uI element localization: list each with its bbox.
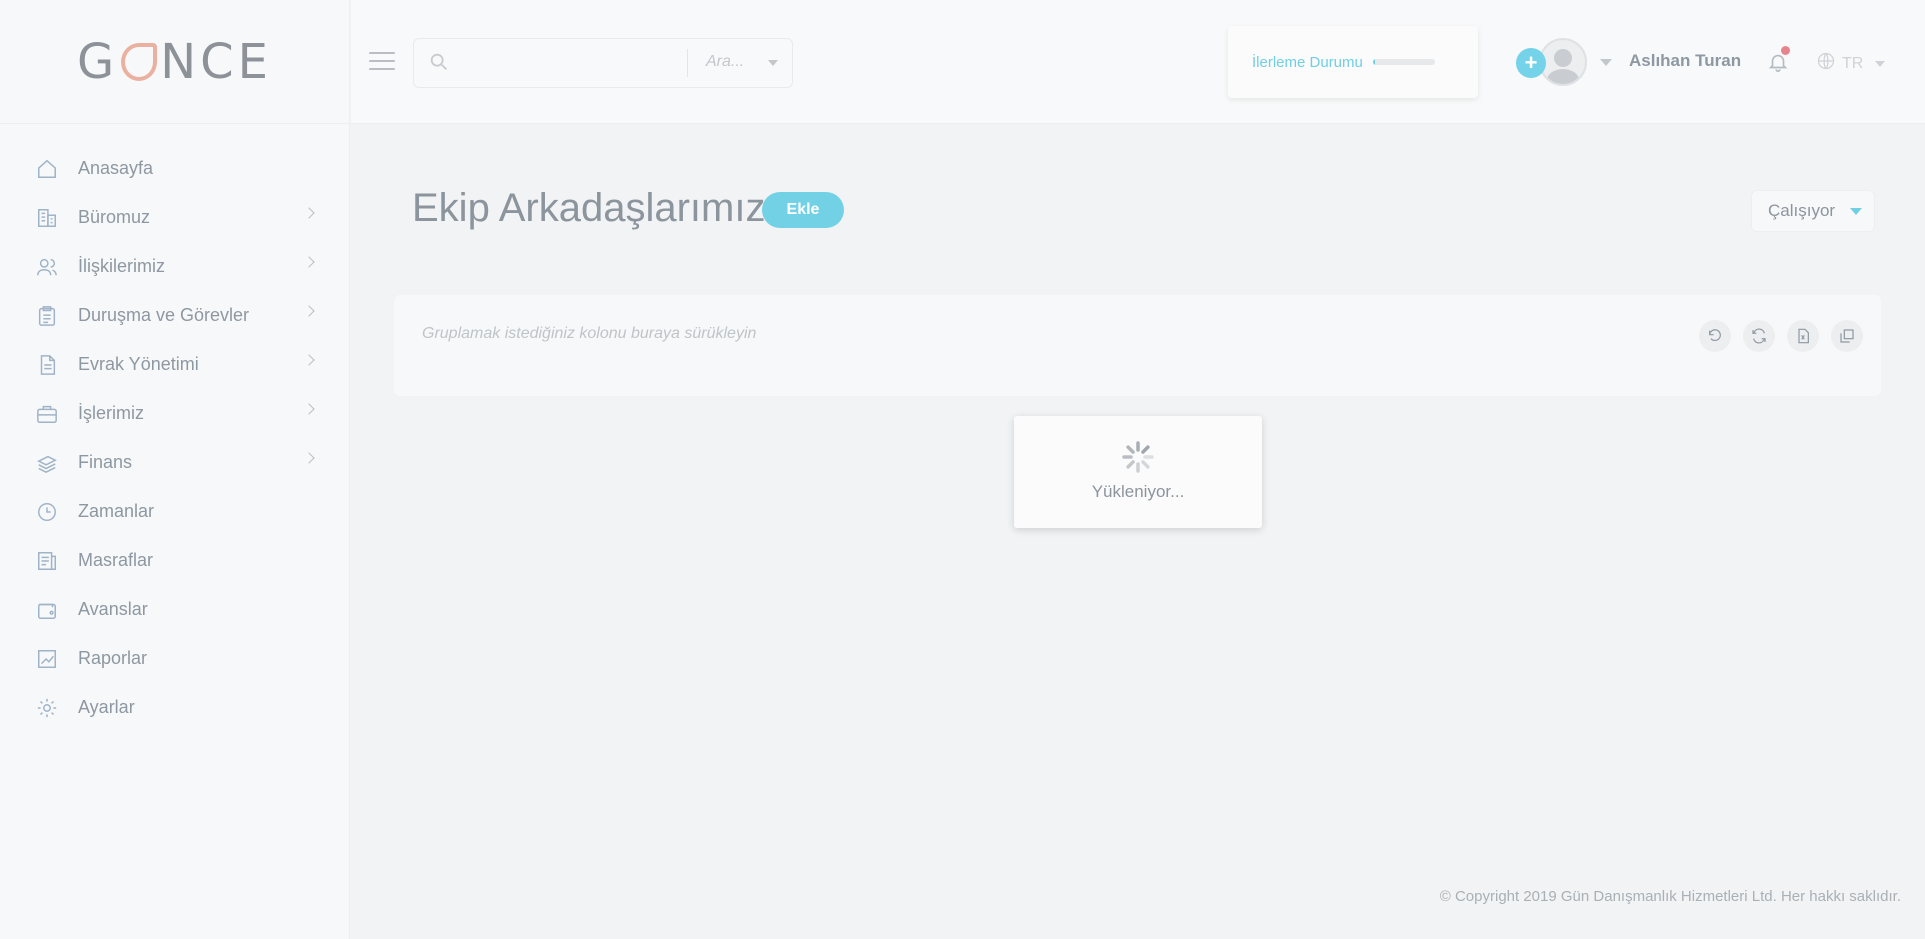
chart-icon	[36, 648, 58, 670]
user-name[interactable]: Aslıhan Turan	[1629, 51, 1741, 71]
language-label: TR	[1842, 54, 1864, 72]
undo-icon[interactable]	[1699, 320, 1731, 352]
notification-badge	[1781, 46, 1790, 55]
chevron-down-icon[interactable]	[768, 60, 778, 66]
search-box: Ara...	[413, 38, 793, 88]
sidebar: G NCE Anasayfa Büromuz İlişkilerimiz Dur…	[0, 0, 350, 939]
sidebar-item-label: Avanslar	[78, 599, 148, 619]
search-scope-select[interactable]: Ara...	[706, 53, 744, 71]
chevron-down-icon[interactable]	[1600, 59, 1612, 66]
sidebar-item-label: İlişkilerimiz	[78, 256, 165, 276]
search-icon[interactable]	[428, 51, 450, 73]
sidebar-item-label: Masraflar	[78, 550, 154, 570]
chevron-right-icon	[303, 354, 315, 366]
loading-text: Yükleniyor...	[1091, 482, 1185, 501]
progress-card[interactable]: İlerleme Durumu	[1228, 26, 1478, 98]
language-select[interactable]: TR	[1816, 51, 1886, 76]
status-filter-value: Çalışıyor	[1768, 201, 1836, 220]
sidebar-item-finans[interactable]: Finans	[0, 438, 349, 487]
progress-label: İlerleme Durumu	[1252, 53, 1363, 71]
sidebar-item-buromuz[interactable]: Büromuz	[0, 193, 349, 242]
column-chooser-icon[interactable]	[1831, 320, 1863, 352]
grid-group-panel[interactable]: Gruplamak istediğiniz kolonu buraya sürü…	[394, 295, 1881, 396]
sidebar-item-label: Evrak Yönetimi	[78, 354, 199, 374]
sidebar-item-avanslar[interactable]: Avanslar	[0, 585, 349, 634]
sidebar-item-label: Zamanlar	[78, 501, 155, 521]
document-icon	[36, 354, 58, 376]
loading-panel: Yükleniyor...	[1014, 416, 1262, 528]
logo-text-left: G	[77, 33, 119, 90]
sidebar-item-ayarlar[interactable]: Ayarlar	[0, 683, 349, 732]
sidebar-item-zamanlar[interactable]: Zamanlar	[0, 487, 349, 536]
copyright: © Copyright 2019 Gün Danışmanlık Hizmetl…	[1439, 888, 1901, 905]
progress-bar-fill	[1372, 59, 1376, 65]
wallet-icon	[36, 599, 58, 621]
menu-toggle-icon[interactable]	[369, 52, 395, 70]
add-member-button[interactable]: Ekle	[762, 192, 844, 228]
sidebar-item-label: Büromuz	[78, 207, 151, 227]
chevron-right-icon	[303, 403, 315, 415]
logo[interactable]: G NCE	[0, 0, 349, 124]
sidebar-item-label: Raporlar	[78, 648, 148, 668]
page-title: Ekip Arkadaşlarımız	[412, 186, 766, 230]
users-icon	[36, 256, 58, 278]
logo-mark-icon	[121, 42, 158, 81]
clock-icon	[36, 501, 58, 523]
sidebar-item-masraflar[interactable]: Masraflar	[0, 536, 349, 585]
group-drop-hint: Gruplamak istediğiniz kolonu buraya sürü…	[422, 325, 757, 342]
receipt-icon	[36, 550, 58, 572]
gear-icon	[36, 697, 58, 719]
avatar[interactable]	[1539, 38, 1587, 86]
grid-toolbar	[1699, 320, 1863, 352]
chevron-right-icon	[303, 207, 315, 219]
excel-export-icon[interactable]	[1787, 320, 1819, 352]
sidebar-item-label: Finans	[78, 452, 133, 472]
sidebar-nav: Anasayfa Büromuz İlişkilerimiz Duruşma v…	[0, 124, 349, 732]
sidebar-item-islerimiz[interactable]: İşlerimiz	[0, 389, 349, 438]
quick-add-button[interactable]: +	[1516, 48, 1546, 78]
logo-text-right: NCE	[160, 33, 272, 90]
chevron-right-icon	[303, 452, 315, 464]
top-header: Ara... İlerleme Durumu + Aslıhan Turan T…	[351, 0, 1925, 124]
building-icon	[36, 207, 58, 229]
chevron-down-icon	[1850, 208, 1862, 215]
sidebar-item-label: İşlerimiz	[78, 403, 144, 423]
sidebar-item-label: Anasayfa	[78, 158, 154, 178]
status-filter-select[interactable]: Çalışıyor	[1751, 190, 1875, 232]
refresh-icon[interactable]	[1743, 320, 1775, 352]
chevron-down-icon	[1875, 60, 1886, 67]
home-icon	[36, 158, 58, 180]
clipboard-icon	[36, 305, 58, 327]
sidebar-item-durusma-gorevler[interactable]: Duruşma ve Görevler	[0, 291, 349, 340]
search-input[interactable]	[462, 47, 662, 79]
globe-icon	[1816, 51, 1836, 76]
money-icon	[36, 452, 58, 474]
sidebar-item-label: Ayarlar	[78, 697, 135, 717]
sidebar-item-evrak-yonetimi[interactable]: Evrak Yönetimi	[0, 340, 349, 389]
spinner-icon	[1122, 441, 1154, 473]
chevron-right-icon	[303, 256, 315, 268]
progress-bar	[1372, 59, 1435, 65]
sidebar-item-anasayfa[interactable]: Anasayfa	[0, 144, 349, 193]
sidebar-item-raporlar[interactable]: Raporlar	[0, 634, 349, 683]
briefcase-icon	[36, 403, 58, 425]
sidebar-item-label: Duruşma ve Görevler	[78, 305, 250, 325]
chevron-right-icon	[303, 305, 315, 317]
sidebar-item-iliskilerimiz[interactable]: İlişkilerimiz	[0, 242, 349, 291]
search-divider	[687, 49, 688, 77]
